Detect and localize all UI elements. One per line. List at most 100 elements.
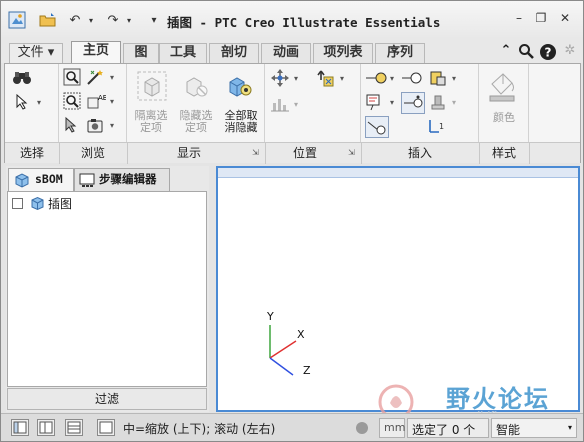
ab-dropdown-icon[interactable]: ▾: [110, 97, 114, 106]
z-axis-label: Z: [303, 364, 311, 377]
stamp-icon[interactable]: [427, 92, 449, 112]
group-label-browse: 浏览: [80, 146, 105, 160]
app-window: ↶ ▾ ↷ ▾ ▾ 插图 - PTC Creo Illustrate Essen…: [0, 0, 584, 442]
ribbon-tabs: 文件 ▾ 主页 图 工具 剖切 动画 项列表 序列 ⌃ ? ✲: [1, 39, 583, 64]
customize-icon[interactable]: ▾: [147, 10, 161, 30]
align-dropdown-icon[interactable]: ▾: [294, 100, 298, 109]
search-icon[interactable]: [517, 43, 535, 61]
display-expand-icon[interactable]: ⇲: [252, 148, 261, 157]
group-label-style: 样式: [491, 146, 516, 160]
layout-horizontal-icon[interactable]: [65, 419, 83, 436]
undo-icon[interactable]: ↶: [65, 10, 85, 30]
tab-tools[interactable]: 工具: [159, 43, 207, 63]
help-icon[interactable]: ?: [539, 43, 557, 61]
isolate-icon[interactable]: [137, 71, 167, 101]
zoom-fit-icon[interactable]: [61, 67, 83, 87]
minimize-button[interactable]: –: [509, 11, 529, 29]
note-icon[interactable]: [365, 92, 387, 112]
binoculars-icon[interactable]: [11, 68, 33, 88]
rotate-dropdown-icon[interactable]: ▾: [340, 74, 344, 83]
symbol-icon[interactable]: [427, 68, 449, 88]
isolate-label-line2: 定项: [140, 121, 162, 134]
tree-item-checkbox[interactable]: [12, 197, 23, 209]
trajectory-icon[interactable]: [365, 116, 389, 138]
undo-dropdown-icon[interactable]: ▾: [85, 10, 97, 30]
tree-item[interactable]: 插图: [12, 195, 72, 211]
group-insert-symbols: ▾ ▾ 1: [425, 64, 479, 142]
paint-bucket-icon[interactable]: [487, 70, 515, 102]
settings-icon[interactable]: ✲: [561, 43, 579, 61]
select-region-icon[interactable]: [61, 115, 83, 135]
rotate-icon[interactable]: [315, 68, 337, 88]
position-expand-icon[interactable]: ⇲: [348, 148, 357, 157]
app-icon[interactable]: [7, 10, 27, 30]
tab-item-list[interactable]: 项列表: [313, 43, 373, 63]
stamp-dropdown-icon[interactable]: ▾: [452, 98, 456, 107]
tab-sequence[interactable]: 序列: [375, 43, 425, 63]
cube-icon: [30, 196, 45, 211]
layout-full-icon[interactable]: [11, 419, 29, 436]
callout-icon[interactable]: [365, 68, 389, 88]
note-dropdown-icon[interactable]: ▾: [390, 98, 394, 107]
magic-select-icon[interactable]: [85, 67, 107, 87]
symbol-dropdown-icon[interactable]: ▾: [452, 74, 456, 83]
sbom-tree: 插图: [7, 191, 207, 387]
y-axis-label: Y: [267, 310, 274, 323]
restore-button[interactable]: ❐: [531, 11, 551, 29]
tab-section[interactable]: 剖切: [209, 43, 259, 63]
redo-icon[interactable]: ↷: [103, 10, 123, 30]
status-light-icon: [355, 421, 369, 438]
x-axis-line: [269, 340, 297, 359]
balloon-icon[interactable]: [401, 68, 423, 88]
units-field: mm: [379, 418, 405, 438]
tab-step-editor[interactable]: 步骤编辑器: [74, 168, 170, 191]
x-axis-label: X: [297, 328, 305, 341]
hide-button[interactable]: 隐藏选 定项: [174, 110, 218, 134]
layout-split-icon[interactable]: [37, 419, 55, 436]
leader-icon[interactable]: [401, 92, 425, 114]
group-browse: ▾ AB ▾ ▾: [59, 64, 127, 142]
tree-item-label: 插图: [48, 196, 73, 211]
move-dragger-icon[interactable]: [269, 68, 291, 88]
collapse-ribbon-icon[interactable]: ⌃: [497, 43, 515, 61]
select-arrow-icon[interactable]: [11, 92, 33, 112]
group-divider: [529, 143, 530, 164]
tab-view[interactable]: 图: [123, 43, 159, 63]
hide-icon[interactable]: [181, 71, 209, 99]
filter-mode-select[interactable]: 智能 ▾: [491, 418, 577, 438]
ab-icon[interactable]: AB: [85, 91, 107, 111]
axis-triad: [269, 325, 297, 376]
redo-dropdown-icon[interactable]: ▾: [123, 10, 135, 30]
tab-sbom[interactable]: sBOM: [8, 168, 74, 191]
close-button[interactable]: ✕: [555, 11, 575, 29]
svg-text:1: 1: [439, 122, 444, 131]
unhide-all-button[interactable]: 全部取 消隐藏: [218, 110, 264, 134]
dimension-icon[interactable]: 1: [427, 116, 449, 136]
align-icon[interactable]: [269, 94, 291, 114]
selection-count: 选定了 0 个: [412, 423, 476, 437]
graphics-viewport[interactable]: Y X Z: [216, 166, 580, 412]
ribbon-group-labels: 选择 浏览 显示 ⇲ 位置 ⇲ 插入 样式: [5, 142, 580, 164]
units-label: mm: [384, 421, 406, 434]
left-panel: sBOM 步骤编辑器 插图 过滤: [6, 166, 209, 412]
tab-home[interactable]: 主页: [71, 41, 121, 64]
tab-animation[interactable]: 动画: [261, 43, 311, 63]
camera-icon[interactable]: [85, 115, 107, 135]
callout-dropdown-icon[interactable]: ▾: [390, 74, 394, 83]
camera-dropdown-icon[interactable]: ▾: [110, 121, 114, 130]
zoom-window-icon[interactable]: [61, 91, 83, 111]
dragger-dropdown-icon[interactable]: ▾: [294, 74, 298, 83]
unhide-all-icon[interactable]: [225, 71, 253, 99]
filter-button[interactable]: 过滤: [7, 388, 207, 410]
magic-dropdown-icon[interactable]: ▾: [110, 73, 114, 82]
message-icon[interactable]: [97, 419, 115, 436]
open-icon[interactable]: [37, 10, 59, 30]
svg-text:AB: AB: [98, 94, 106, 102]
z-axis-line: [269, 357, 294, 376]
tab-file[interactable]: 文件 ▾: [9, 43, 63, 63]
group-label-display: 显示: [176, 146, 201, 160]
isolate-button[interactable]: 隔离选 定项: [129, 110, 173, 134]
select-dropdown-icon[interactable]: ▾: [37, 98, 41, 107]
group-label-select: 选择: [19, 146, 44, 160]
color-button[interactable]: 颜色: [479, 112, 529, 124]
